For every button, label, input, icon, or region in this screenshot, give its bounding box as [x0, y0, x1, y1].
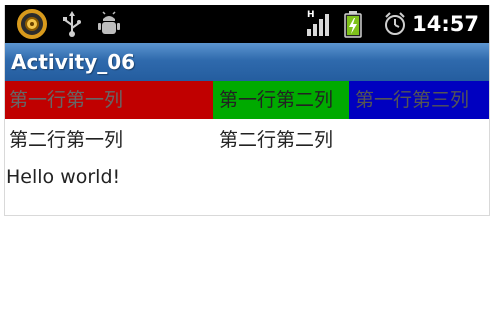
- activity-title: Activity_06: [11, 50, 136, 74]
- battery-charging-icon: [343, 9, 363, 39]
- app-notification-icon: [17, 9, 47, 39]
- table-cell-r1c1: 第一行第一列: [5, 81, 213, 119]
- clock-time: 14:57: [412, 12, 479, 36]
- table-cell-r1c3: 第一行第三列: [349, 81, 489, 119]
- alarm-icon: [383, 9, 407, 39]
- device-screen: H 14:57 Activity_06 第一行第一列 第一行第二列 第一行第三列…: [4, 5, 490, 216]
- title-bar: Activity_06: [5, 43, 489, 81]
- table-cell-r2c1: 第二行第一列: [5, 121, 213, 159]
- table-cell-r2c2: 第二行第二列: [213, 121, 349, 159]
- table-cell-r1c2: 第一行第二列: [213, 81, 349, 119]
- screen: H 14:57 Activity_06 第一行第一列 第一行第二列 第一行第三列…: [0, 0, 491, 311]
- hello-text: Hello world!: [6, 166, 121, 188]
- signal-h-icon: H: [305, 9, 331, 39]
- table-row: 第二行第一列 第二行第二列: [5, 121, 489, 159]
- network-type-label: H: [307, 10, 315, 20]
- debug-icon: [97, 9, 121, 39]
- status-bar: H 14:57: [5, 5, 489, 43]
- table-row: 第一行第一列 第一行第二列 第一行第三列: [5, 81, 489, 119]
- usb-icon: [61, 9, 83, 39]
